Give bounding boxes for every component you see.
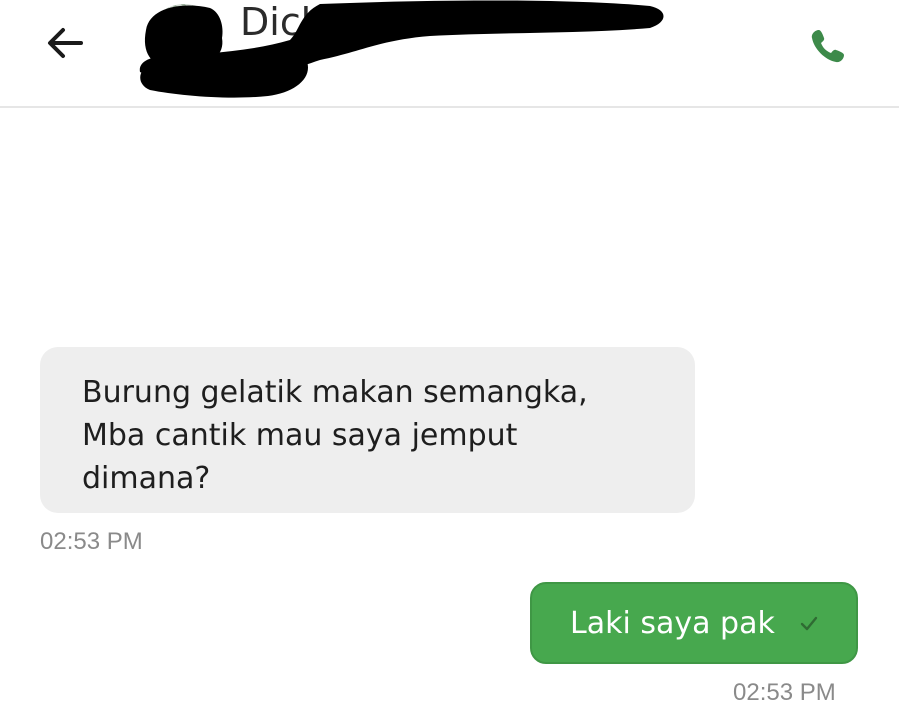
phone-icon [811, 30, 844, 63]
message-text-line: Mba cantik mau saya jemput [82, 418, 518, 453]
chat-screen: Dick Burung gelatik makan semangka, Mba … [0, 0, 899, 725]
redaction-scribble [139, 0, 664, 98]
back-button[interactable] [40, 18, 90, 68]
contact-avatar[interactable] [148, 4, 220, 76]
check-icon [800, 616, 818, 631]
arrow-left-icon [48, 28, 83, 58]
chat-header: Dick [0, 0, 899, 108]
incoming-message-time: 02:53 PM [40, 528, 143, 555]
message-text-line: dimana? [82, 461, 211, 496]
outgoing-message-bubble[interactable]: Laki saya pak [530, 582, 858, 664]
outgoing-message-time: 02:53 PM [733, 679, 836, 706]
message-text: Laki saya pak [570, 605, 775, 641]
incoming-message-bubble[interactable]: Burung gelatik makan semangka, Mba canti… [40, 347, 695, 513]
contact-name[interactable]: Dick [240, 0, 323, 44]
message-text-line: Burung gelatik makan semangka, [82, 375, 588, 410]
call-button[interactable] [800, 18, 856, 74]
